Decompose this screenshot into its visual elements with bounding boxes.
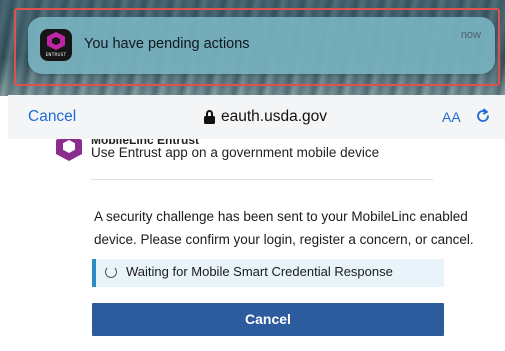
status-box: Waiting for Mobile Smart Credential Resp… xyxy=(92,259,444,287)
reload-icon[interactable] xyxy=(474,107,492,125)
push-notification[interactable]: ENTRUST You have pending actions now xyxy=(28,17,495,74)
auth-option-subtitle: Use Entrust app on a government mobile d… xyxy=(91,145,380,160)
status-text: Waiting for Mobile Smart Credential Resp… xyxy=(126,264,393,279)
text-size-button[interactable]: AA xyxy=(442,109,461,125)
address-bar[interactable]: eauth.usda.gov xyxy=(204,108,327,126)
entrust-app-icon: ENTRUST xyxy=(40,29,72,61)
page-content: MobileLinc Entrust Use Entrust app on a … xyxy=(8,139,505,351)
cancel-button[interactable]: Cancel xyxy=(92,303,444,336)
notification-time: now xyxy=(460,29,481,41)
browser-cancel-button[interactable]: Cancel xyxy=(28,108,76,126)
challenge-message: A security challenge has been sent to yo… xyxy=(94,209,474,247)
lock-icon xyxy=(204,110,215,124)
notification-message: You have pending actions xyxy=(84,36,250,52)
browser-sheet: Cancel eauth.usda.gov AA MobileLinc Entr… xyxy=(8,95,505,351)
browser-toolbar: Cancel eauth.usda.gov AA xyxy=(8,95,505,139)
divider xyxy=(91,179,433,180)
spinner-icon xyxy=(105,266,117,278)
app-brand-text: ENTRUST xyxy=(45,52,67,57)
screen: ENTRUST You have pending actions now Can… xyxy=(0,0,505,351)
url-text: eauth.usda.gov xyxy=(221,108,328,125)
